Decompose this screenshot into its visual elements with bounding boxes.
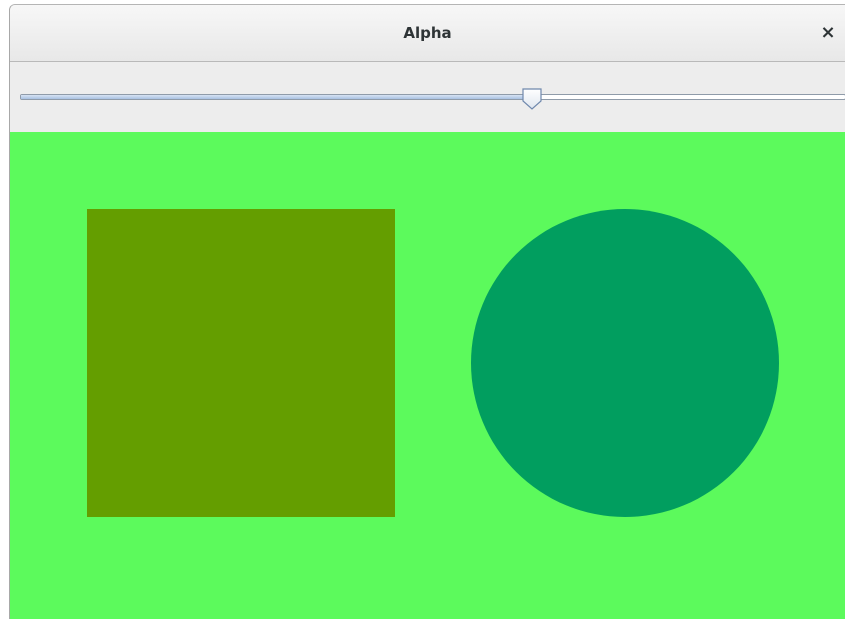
circle-shape <box>471 209 779 517</box>
slider-thumb-icon[interactable] <box>521 87 543 111</box>
square-shape <box>87 209 395 517</box>
toolbar <box>10 62 845 132</box>
window-title: Alpha <box>403 24 452 42</box>
slider-fill <box>21 95 532 99</box>
close-button[interactable]: × <box>811 17 845 49</box>
slider-track[interactable] <box>20 94 845 100</box>
alpha-window: Alpha × <box>9 4 845 619</box>
drawing-canvas <box>10 132 845 619</box>
alpha-slider[interactable] <box>20 88 845 110</box>
titlebar[interactable]: Alpha × <box>10 5 845 62</box>
close-icon: × <box>820 22 836 43</box>
